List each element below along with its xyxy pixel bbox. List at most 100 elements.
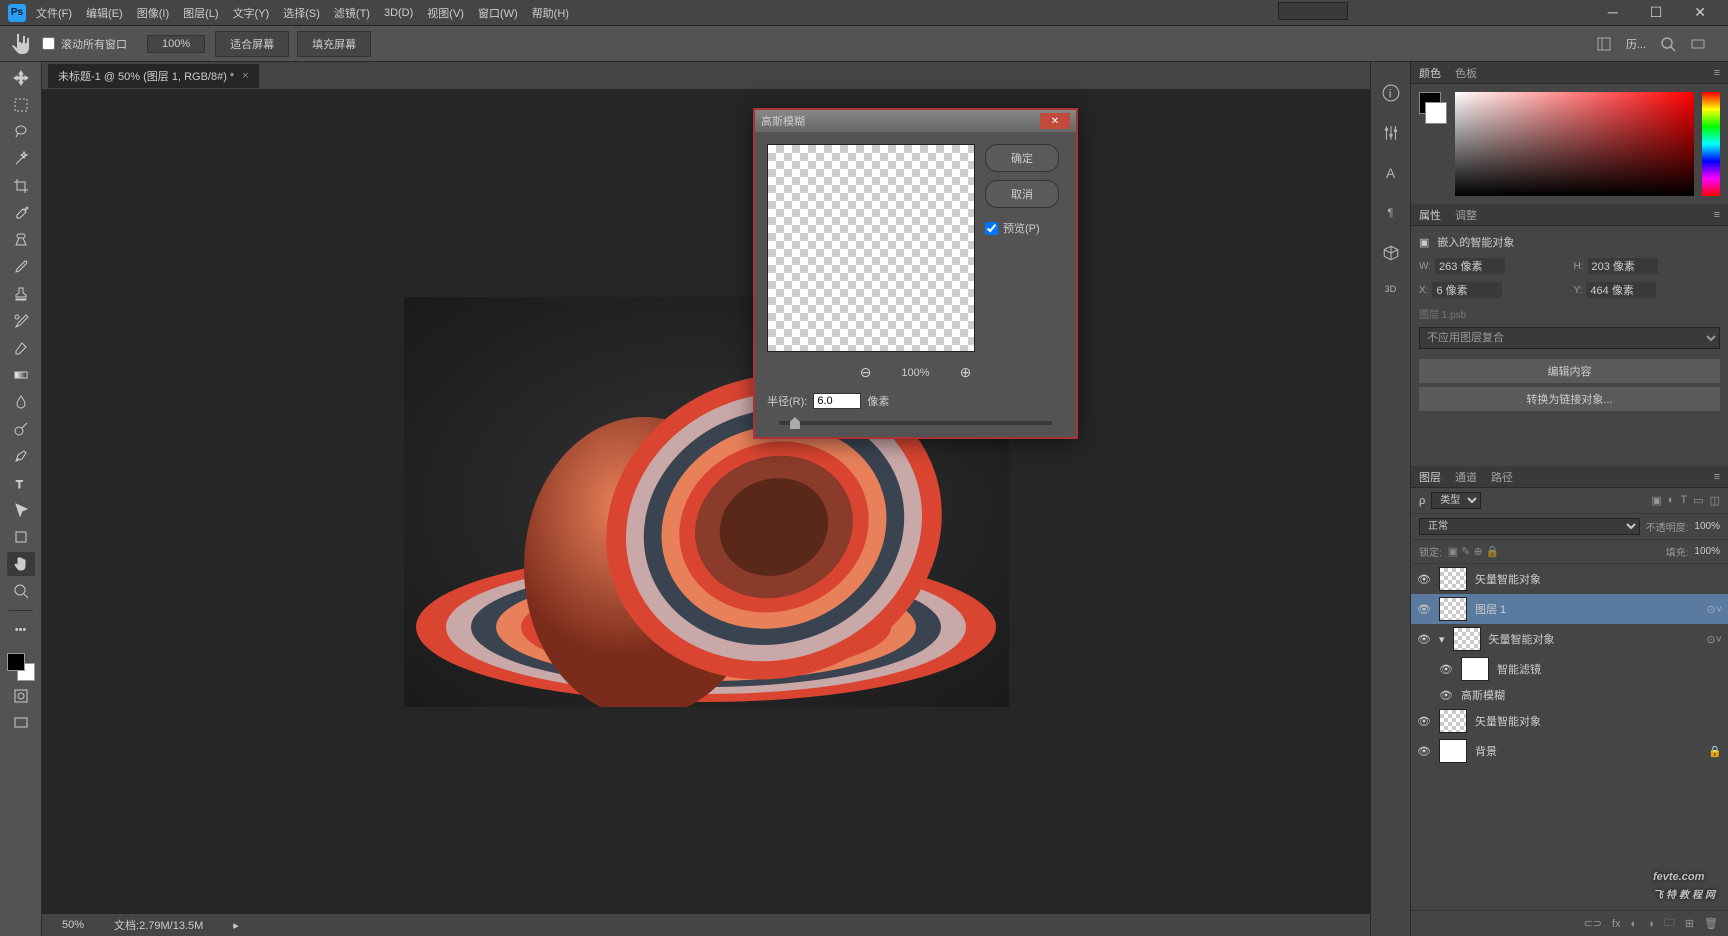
hand-tool[interactable] (7, 552, 35, 576)
lasso-tool[interactable] (7, 120, 35, 144)
dialog-close-button[interactable]: ✕ (1040, 113, 1070, 129)
status-docinfo[interactable]: 文档:2.79M/13.5M (114, 917, 203, 933)
lock-icons[interactable]: ▣ ✎ ⊕ 🔒 (1448, 545, 1500, 558)
visibility-icon[interactable]: 👁 (1417, 744, 1431, 758)
character-panel-icon[interactable]: A (1382, 164, 1400, 182)
window-close[interactable]: ✕ (1694, 4, 1706, 21)
menu-image[interactable]: 图像(I) (137, 5, 169, 21)
filter-indicator-icon[interactable]: ⊙˅ (1706, 633, 1722, 646)
filter-indicator-icon[interactable]: ⊙˅ (1706, 603, 1722, 616)
move-tool[interactable] (7, 66, 35, 90)
frame-icon[interactable] (1690, 36, 1706, 52)
dodge-tool[interactable] (7, 417, 35, 441)
menu-view[interactable]: 视图(V) (427, 5, 464, 21)
zoom-tool[interactable] (7, 579, 35, 603)
screenmode-tool[interactable] (7, 711, 35, 735)
preview-checkbox[interactable] (985, 222, 998, 235)
filter-type-icon[interactable]: T (1680, 494, 1687, 507)
info-panel-icon[interactable]: i (1382, 84, 1400, 102)
layer-row[interactable]: 👁矢量智能对象 (1411, 564, 1728, 594)
status-chevron-icon[interactable]: ▸ (233, 919, 239, 932)
stamp-tool[interactable] (7, 282, 35, 306)
history-brush-tool[interactable] (7, 309, 35, 333)
path-select-tool[interactable] (7, 498, 35, 522)
convert-linked-button[interactable]: 转换为链接对象... (1419, 387, 1720, 411)
filter-pixel-icon[interactable]: ▣ (1651, 494, 1661, 507)
gradient-tool[interactable] (7, 363, 35, 387)
opacity-value[interactable]: 100% (1694, 521, 1720, 532)
filter-smart-icon[interactable]: ◫ (1710, 494, 1720, 507)
menu-select[interactable]: 选择(S) (283, 5, 320, 21)
window-minimize[interactable]: ─ (1608, 4, 1618, 21)
quickmask-tool[interactable] (7, 684, 35, 708)
visibility-icon[interactable]: 👁 (1417, 602, 1431, 616)
properties-tab[interactable]: 属性 (1419, 207, 1441, 223)
history-dropdown[interactable]: 历... (1626, 36, 1646, 52)
channels-tab[interactable]: 通道 (1455, 469, 1477, 485)
eyedropper-tool[interactable] (7, 201, 35, 225)
visibility-icon[interactable]: 👁 (1417, 714, 1431, 728)
panel-menu-icon[interactable]: ≡ (1714, 471, 1720, 483)
scroll-all-checkbox[interactable] (42, 37, 55, 50)
search-icon[interactable] (1660, 36, 1676, 52)
swatches-tab[interactable]: 色板 (1455, 65, 1477, 81)
filter-adjust-icon[interactable]: ◐ (1668, 494, 1675, 507)
paths-tab[interactable]: 路径 (1491, 469, 1513, 485)
menu-edit[interactable]: 编辑(E) (86, 5, 123, 21)
menu-window[interactable]: 窗口(W) (478, 5, 518, 21)
healing-tool[interactable] (7, 228, 35, 252)
dialog-titlebar[interactable]: 高斯模糊 ✕ (755, 110, 1076, 132)
hue-slider[interactable] (1702, 92, 1720, 196)
menu-filter[interactable]: 滤镜(T) (334, 5, 370, 21)
cancel-button[interactable]: 取消 (985, 180, 1059, 208)
layer-fx-icon[interactable]: fx (1612, 918, 1621, 930)
chevron-down-icon[interactable]: ▾ (1439, 633, 1445, 646)
document-tab[interactable]: 未标题-1 @ 50% (图层 1, RGB/8#) * × (48, 64, 259, 88)
fit-screen-button[interactable]: 适合屏幕 (215, 31, 289, 57)
fill-value[interactable]: 100% (1694, 546, 1720, 557)
workspace-switcher[interactable] (1278, 2, 1348, 20)
filter-shape-icon[interactable]: ▭ (1693, 494, 1703, 507)
type-tool[interactable]: T (7, 471, 35, 495)
layer-row[interactable]: 👁智能滤镜 (1411, 654, 1728, 684)
panel-toggle-icon[interactable] (1596, 36, 1612, 52)
color-swatches[interactable] (7, 653, 35, 681)
y-input[interactable] (1586, 282, 1656, 298)
layer-row[interactable]: 👁▾矢量智能对象⊙˅ (1411, 624, 1728, 654)
panel-menu-icon[interactable]: ≡ (1714, 209, 1720, 221)
layer-row[interactable]: 👁矢量智能对象 (1411, 706, 1728, 736)
zoom-out-icon[interactable]: ⊖ (860, 364, 872, 381)
visibility-icon[interactable]: 👁 (1439, 662, 1453, 676)
new-fill-icon[interactable]: ◑ (1647, 918, 1654, 930)
blur-preview[interactable] (767, 144, 975, 352)
visibility-icon[interactable]: 👁 (1417, 632, 1431, 646)
radius-input[interactable] (813, 393, 861, 409)
blend-mode-select[interactable]: 正常 (1419, 518, 1640, 535)
panel-menu-icon[interactable]: ≡ (1714, 67, 1720, 79)
new-group-icon[interactable]: 🗀 (1664, 914, 1675, 933)
marquee-tool[interactable] (7, 93, 35, 117)
menu-help[interactable]: 帮助(H) (532, 5, 569, 21)
delete-layer-icon[interactable]: 🗑 (1704, 917, 1718, 930)
visibility-icon[interactable]: 👁 (1417, 572, 1431, 586)
zoom-in-icon[interactable]: ⊕ (960, 364, 972, 381)
adjust-panel-icon[interactable] (1382, 124, 1400, 142)
adjustments-tab[interactable]: 调整 (1455, 207, 1477, 223)
shape-tool[interactable] (7, 525, 35, 549)
x-input[interactable] (1432, 282, 1502, 298)
3d-panel-icon[interactable] (1382, 244, 1400, 262)
crop-tool[interactable] (7, 174, 35, 198)
blur-tool[interactable] (7, 390, 35, 414)
layer-row[interactable]: 👁图层 1⊙˅ (1411, 594, 1728, 624)
layer-row[interactable]: 👁高斯模糊 (1411, 684, 1728, 706)
radius-slider[interactable] (779, 421, 1052, 425)
eraser-tool[interactable] (7, 336, 35, 360)
zoom-level-input[interactable]: 100% (147, 35, 205, 53)
menu-type[interactable]: 文字(Y) (233, 5, 270, 21)
h-input[interactable] (1588, 258, 1658, 274)
window-maximize[interactable]: ☐ (1650, 4, 1663, 21)
close-tab-icon[interactable]: × (242, 70, 248, 82)
filter-kind-select[interactable]: 类型 (1431, 492, 1481, 509)
edit-contents-button[interactable]: 编辑内容 (1419, 359, 1720, 383)
wand-tool[interactable] (7, 147, 35, 171)
